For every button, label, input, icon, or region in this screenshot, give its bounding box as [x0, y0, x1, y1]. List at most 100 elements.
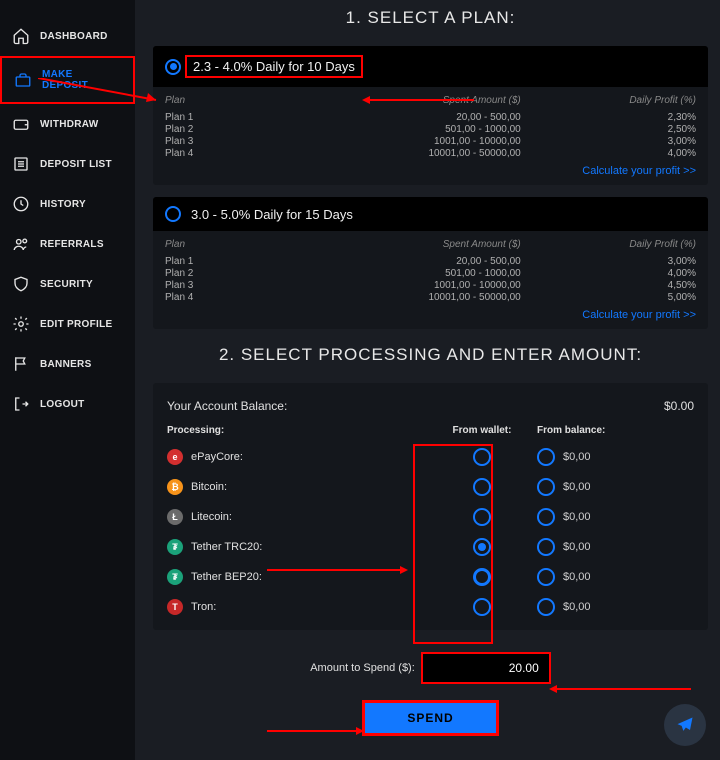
bitcoin-icon: ₿ [167, 479, 183, 495]
calculate-profit-link[interactable]: Calculate your profit >> [165, 309, 696, 321]
plan-radio[interactable] [165, 206, 181, 222]
balance-value: $0.00 [664, 399, 694, 413]
from-wallet-radio[interactable] [473, 598, 491, 616]
balance-label: Your Account Balance: [167, 399, 287, 413]
from-balance-cell[interactable]: $0,00 [537, 538, 694, 556]
sidebar-item-label: REFERRALS [40, 239, 104, 250]
sidebar-item-banners[interactable]: BANNERS [0, 344, 135, 384]
sidebar-item-label: LOGOUT [40, 399, 85, 410]
from-wallet-radio[interactable] [473, 508, 491, 526]
table-row: Plan 410001,00 - 50000,004,00% [165, 147, 696, 159]
sidebar-item-dashboard[interactable]: DASHBOARD [0, 16, 135, 56]
table-row: Plan 410001,00 - 50000,005,00% [165, 291, 696, 303]
epaycore-icon: e [167, 449, 183, 465]
from-balance-radio[interactable] [537, 538, 555, 556]
gear-icon [12, 315, 30, 333]
amount-input[interactable] [421, 652, 551, 684]
table-row: Plan 31001,00 - 10000,003,00% [165, 135, 696, 147]
sidebar-item-history[interactable]: HISTORY [0, 184, 135, 224]
table-row: Plan 120,00 - 500,003,00% [165, 255, 696, 267]
plan-title: 3.0 - 5.0% Daily for 15 Days [191, 207, 353, 222]
clock-icon [12, 195, 30, 213]
processing-name: TTron: [167, 599, 427, 615]
from-balance-radio[interactable] [537, 478, 555, 496]
amount-row: Amount to Spend ($): [153, 652, 708, 684]
sidebar-item-label: DEPOSIT LIST [40, 159, 112, 170]
from-wallet-radio[interactable] [473, 538, 491, 556]
sidebar-item-deposit-list[interactable]: DEPOSIT LIST [0, 144, 135, 184]
telegram-fab[interactable] [664, 704, 706, 746]
plan-header[interactable]: 2.3 - 4.0% Daily for 10 Days [153, 46, 708, 87]
processing-name: ₮Tether TRC20: [167, 539, 427, 555]
users-icon [12, 235, 30, 253]
sidebar-item-label: EDIT PROFILE [40, 319, 113, 330]
wallet-icon [12, 115, 30, 133]
from-balance-cell[interactable]: $0,00 [537, 478, 694, 496]
plan-card: 3.0 - 5.0% Daily for 15 Days Plan Spent … [153, 197, 708, 329]
telegram-icon [675, 715, 695, 735]
list-icon [12, 155, 30, 173]
sidebar-item-edit-profile[interactable]: EDIT PROFILE [0, 304, 135, 344]
col-plan: Plan [165, 237, 340, 255]
col-processing: Processing: [167, 425, 427, 436]
main-content: 1. SELECT A PLAN: 2.3 - 4.0% Daily for 1… [135, 0, 720, 760]
table-row: Plan 120,00 - 500,002,30% [165, 111, 696, 123]
processing-name: ŁLitecoin: [167, 509, 427, 525]
sidebar-item-make-deposit[interactable]: MAKE DEPOSIT [0, 56, 135, 104]
flag-icon [12, 355, 30, 373]
sidebar-item-label: MAKE DEPOSIT [42, 69, 121, 91]
plan-title: 2.3 - 4.0% Daily for 10 Days [185, 55, 363, 78]
plan-body: Plan Spent Amount ($) Daily Profit (%) P… [153, 87, 708, 185]
col-profit: Daily Profit (%) [521, 93, 696, 111]
processing-name: ₿Bitcoin: [167, 479, 427, 495]
plan-header[interactable]: 3.0 - 5.0% Daily for 15 Days [153, 197, 708, 231]
sidebar: DASHBOARD MAKE DEPOSIT WITHDRAW DEPOSIT … [0, 0, 135, 760]
sidebar-item-label: WITHDRAW [40, 119, 99, 130]
plan-tiers-table: Plan Spent Amount ($) Daily Profit (%) P… [165, 237, 696, 303]
calculate-profit-link[interactable]: Calculate your profit >> [165, 165, 696, 177]
processing-name: ₮Tether BEP20: [167, 569, 427, 585]
plan-radio[interactable] [165, 59, 181, 75]
plan-body: Plan Spent Amount ($) Daily Profit (%) P… [153, 231, 708, 329]
sidebar-item-label: HISTORY [40, 199, 86, 210]
spend-button[interactable]: SPEND [362, 700, 498, 736]
sidebar-item-security[interactable]: SECURITY [0, 264, 135, 304]
col-from-wallet: From wallet: [427, 425, 537, 436]
from-balance-radio[interactable] [537, 598, 555, 616]
table-row: Plan 31001,00 - 10000,004,50% [165, 279, 696, 291]
from-wallet-radio[interactable] [473, 448, 491, 466]
sidebar-item-label: DASHBOARD [40, 31, 108, 42]
tether-trc20-icon: ₮ [167, 539, 183, 555]
table-row: Plan 2501,00 - 1000,004,00% [165, 267, 696, 279]
from-balance-cell[interactable]: $0,00 [537, 508, 694, 526]
sidebar-item-referrals[interactable]: REFERRALS [0, 224, 135, 264]
briefcase-icon [14, 71, 32, 89]
sidebar-item-label: SECURITY [40, 279, 93, 290]
litecoin-icon: Ł [167, 509, 183, 525]
logout-icon [12, 395, 30, 413]
col-spent: Spent Amount ($) [340, 93, 521, 111]
sidebar-item-logout[interactable]: LOGOUT [0, 384, 135, 424]
col-from-balance: From balance: [537, 425, 694, 436]
account-balance-row: Your Account Balance: $0.00 [167, 393, 694, 425]
from-balance-cell[interactable]: $0,00 [537, 598, 694, 616]
tether-bep20-icon: ₮ [167, 569, 183, 585]
from-wallet-radio[interactable] [473, 568, 491, 586]
from-balance-radio[interactable] [537, 568, 555, 586]
from-wallet-radio[interactable] [473, 478, 491, 496]
table-row: Plan 2501,00 - 1000,002,50% [165, 123, 696, 135]
plan-card: 2.3 - 4.0% Daily for 10 Days Plan Spent … [153, 46, 708, 185]
from-balance-cell[interactable]: $0,00 [537, 568, 694, 586]
from-balance-cell[interactable]: $0,00 [537, 448, 694, 466]
from-balance-radio[interactable] [537, 508, 555, 526]
from-balance-radio[interactable] [537, 448, 555, 466]
col-profit: Daily Profit (%) [521, 237, 696, 255]
processing-table: Processing: From wallet: From balance: e… [167, 425, 694, 616]
col-plan: Plan [165, 93, 340, 111]
sidebar-item-withdraw[interactable]: WITHDRAW [0, 104, 135, 144]
home-icon [12, 27, 30, 45]
plan-tiers-table: Plan Spent Amount ($) Daily Profit (%) P… [165, 93, 696, 159]
tron-icon: T [167, 599, 183, 615]
select-processing-heading: 2. SELECT PROCESSING AND ENTER AMOUNT: [153, 345, 708, 365]
shield-icon [12, 275, 30, 293]
